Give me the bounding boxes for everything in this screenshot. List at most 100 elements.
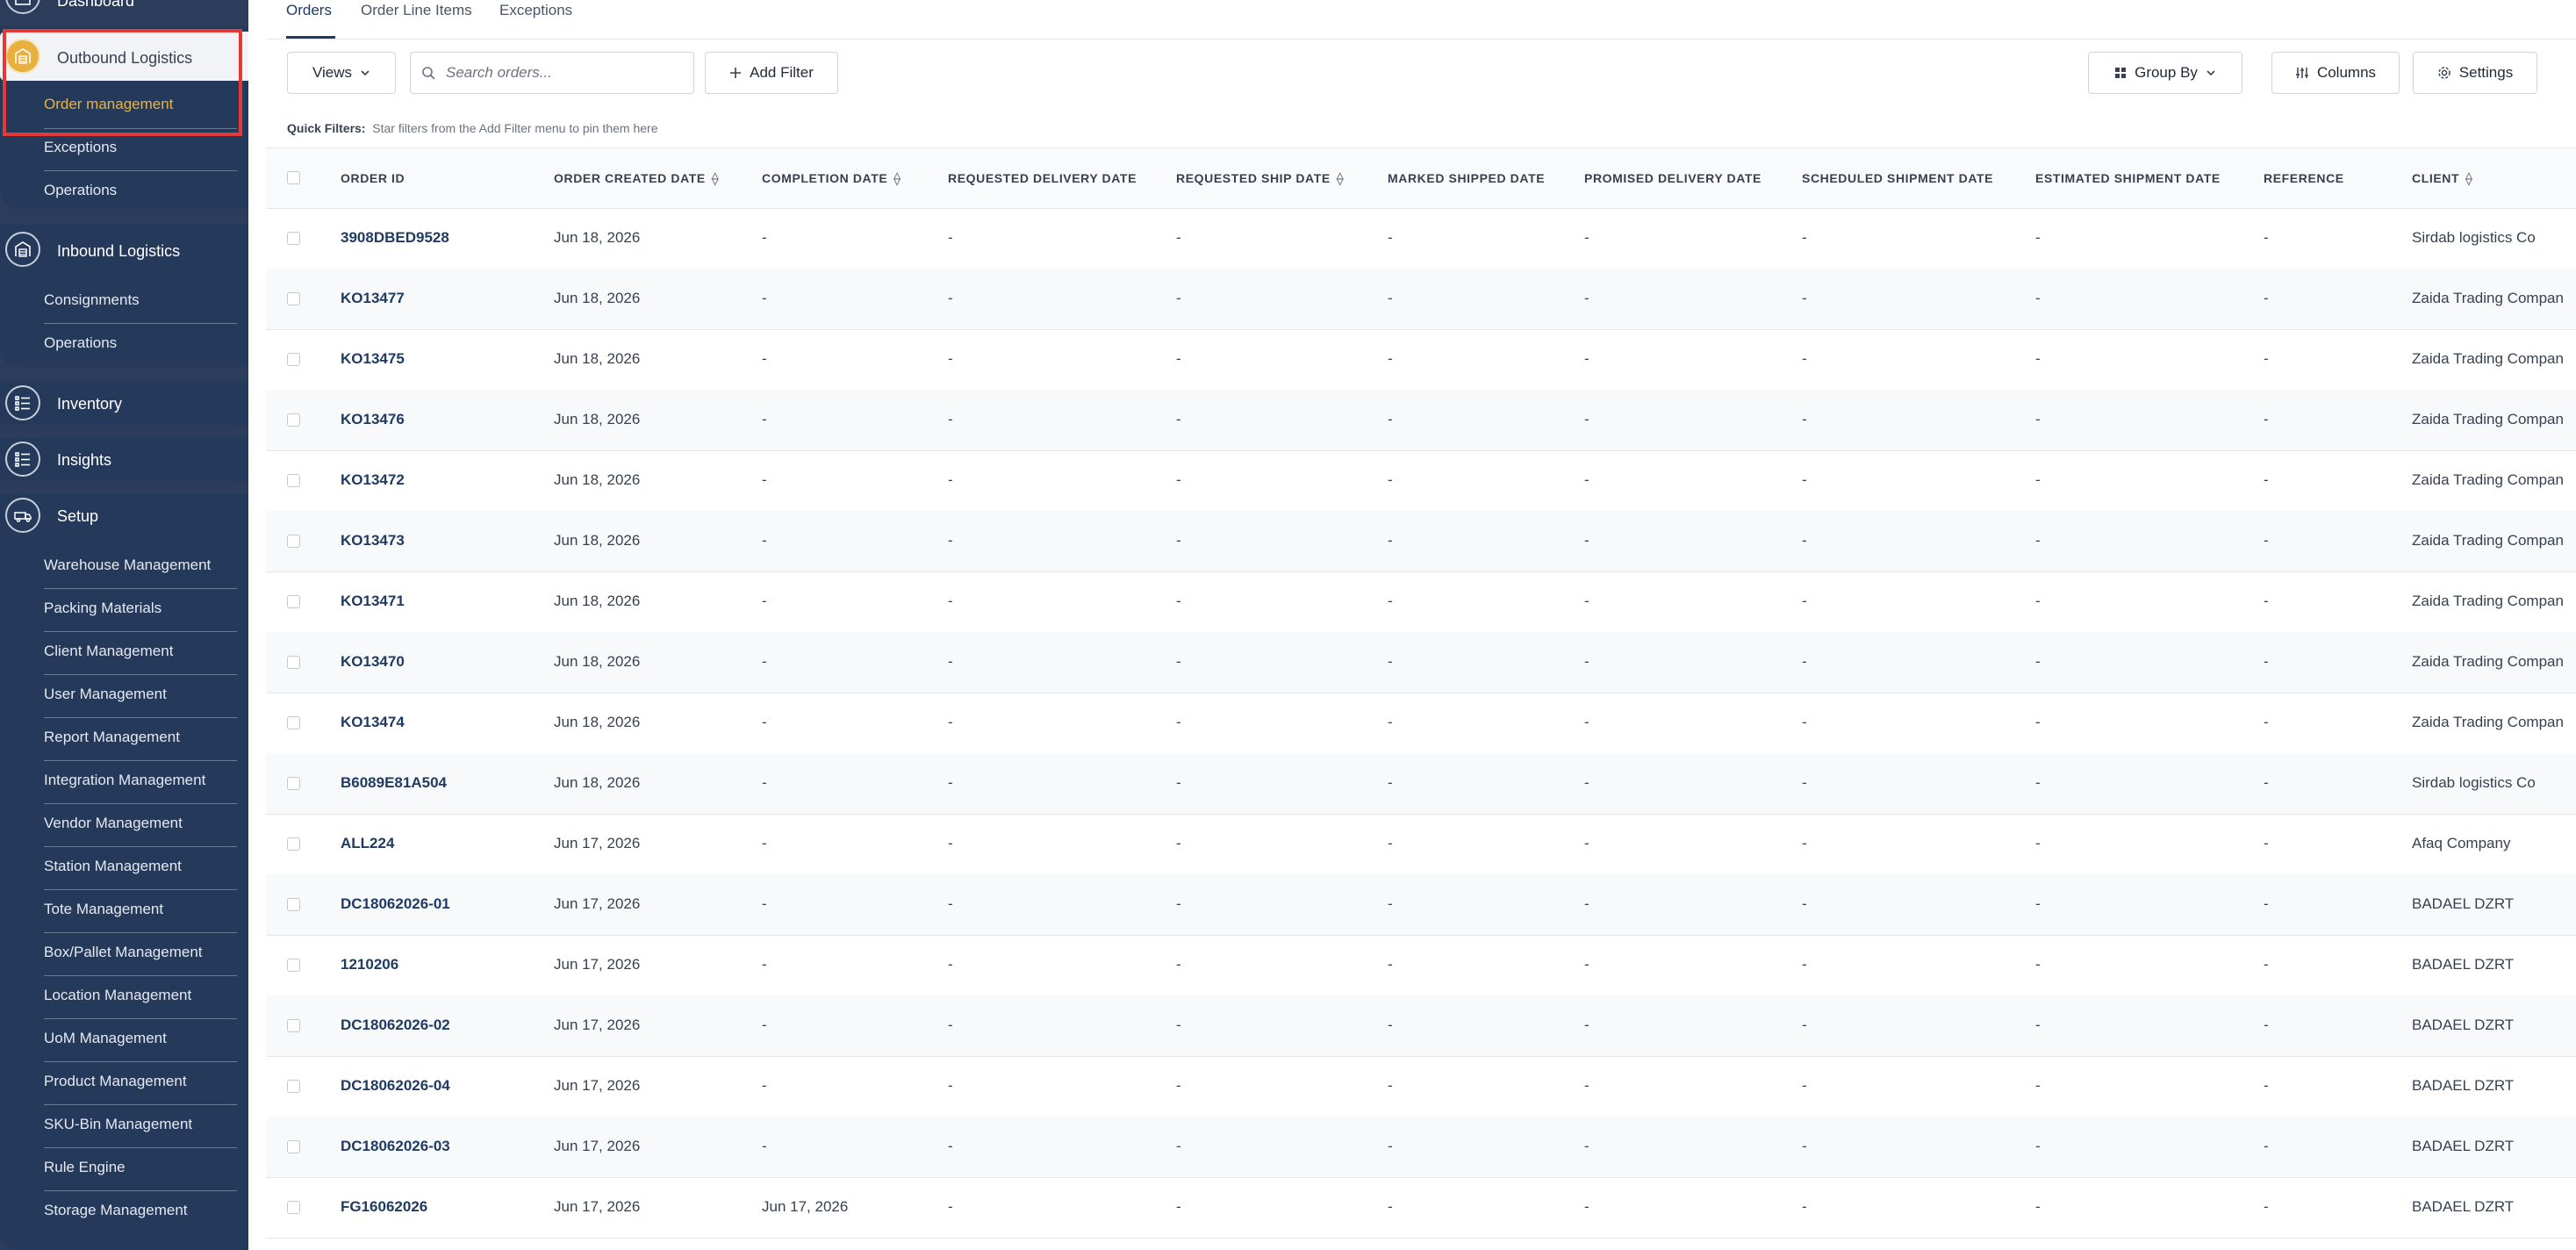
group-by-button[interactable]: Group By (2088, 52, 2242, 94)
sort-icon[interactable]: △ ▽ (2465, 172, 2472, 187)
sidebar-item-client-management[interactable]: Client Management (44, 643, 237, 660)
sort-icon[interactable]: △ ▽ (893, 172, 901, 187)
sidebar-item-setup[interactable]: Setup (0, 493, 248, 537)
search-input[interactable] (444, 63, 676, 83)
column-header[interactable]: CLIENT △ ▽ (2412, 171, 2472, 187)
sidebar-item-vendor-management[interactable]: Vendor Management (44, 815, 237, 832)
row-checkbox[interactable] (287, 353, 300, 366)
order-id-link[interactable]: DC18062026-01 (341, 895, 450, 913)
table-row[interactable]: ALL224 Jun 17, 2026 - - - - - - - - Afaq Company (266, 814, 2576, 875)
sidebar-item-operations[interactable]: Operations (44, 182, 237, 199)
row-checkbox[interactable] (287, 837, 300, 851)
order-id-link[interactable]: KO13475 (341, 350, 405, 368)
sidebar-item-inbound-operations[interactable]: Operations (44, 334, 237, 352)
order-id-link[interactable]: FG16062026 (341, 1198, 427, 1216)
sidebar-item-exceptions[interactable]: Exceptions (44, 139, 237, 156)
table-row[interactable]: 1210206 Jun 17, 2026 - - - - - - - - BADAEL DZRT (266, 935, 2576, 996)
row-checkbox[interactable] (287, 777, 300, 790)
add-filter-button[interactable]: Add Filter (705, 52, 838, 94)
table-row[interactable]: KO13476 Jun 18, 2026 - - - - - - - - Zaida Trading… (266, 390, 2576, 451)
table-row[interactable]: DC18062026-01 Jun 17, 2026 - - - - - - - - BADAEL … (266, 874, 2576, 936)
tab-order-line-items[interactable]: Order Line Items (361, 2, 472, 19)
row-checkbox[interactable] (287, 1019, 300, 1032)
sidebar-item-storage-management[interactable]: Storage Management (44, 1202, 237, 1219)
sidebar-item-user-management[interactable]: User Management (44, 686, 237, 703)
row-checkbox[interactable] (287, 716, 300, 729)
sidebar-item-dashboard[interactable]: Dashboard (0, 0, 248, 14)
table-row[interactable]: DC18062026-02 Jun 17, 2026 - - - - - - - - BADAEL … (266, 995, 2576, 1057)
column-header[interactable]: REQUESTED SHIP DATE △ ▽ (1176, 171, 1344, 187)
order-id-link[interactable]: 3908DBED9528 (341, 229, 449, 247)
column-header[interactable]: COMPLETION DATE △ ▽ (762, 171, 901, 187)
order-id-link[interactable]: KO13471 (341, 593, 405, 610)
column-header[interactable]: ORDER CREATED DATE △ ▽ (554, 171, 719, 187)
row-checkbox[interactable] (287, 535, 300, 548)
table-row[interactable]: DC18062026-03 Jun 17, 2026 - - - - - - - - BADAEL … (266, 1117, 2576, 1178)
table-row[interactable]: DC18062026-04 Jun 17, 2026 - - - - - - - - BADAEL … (266, 1056, 2576, 1117)
order-id-link[interactable]: KO13470 (341, 653, 405, 671)
search-box[interactable] (410, 52, 694, 94)
sidebar-item-insights[interactable]: Insights (0, 437, 248, 481)
order-id-link[interactable]: DC18062026-04 (341, 1077, 450, 1095)
sidebar-item-rule-engine[interactable]: Rule Engine (44, 1159, 237, 1176)
order-id-link[interactable]: DC18062026-03 (341, 1138, 450, 1155)
table-row[interactable]: KO13471 Jun 18, 2026 - - - - - - - - Zaida Trading… (266, 571, 2576, 633)
row-checkbox[interactable] (287, 413, 300, 427)
table-row[interactable]: 3908DBED9528 Jun 18, 2026 - - - - - - - - Sirdab l… (266, 208, 2576, 269)
table-row[interactable]: FG16062026 Jun 17, 2026 Jun 17, 2026 - - - - - -… (266, 1177, 2576, 1239)
divider (44, 323, 237, 324)
sort-icon[interactable]: △ ▽ (712, 172, 719, 187)
sidebar-item-sku-bin-management[interactable]: SKU-Bin Management (44, 1116, 237, 1133)
row-checkbox[interactable] (287, 595, 300, 608)
table-row[interactable]: KO13475 Jun 18, 2026 - - - - - - - - Zaida Trading… (266, 329, 2576, 391)
sidebar-item-inbound-logistics[interactable]: Inbound Logistics (0, 225, 248, 274)
columns-button[interactable]: Columns (2271, 52, 2400, 94)
table-cell: - (1176, 229, 1181, 246)
row-checkbox[interactable] (287, 656, 300, 669)
table-cell: - (1584, 532, 1589, 549)
order-id-link[interactable]: KO13477 (341, 290, 405, 307)
row-checkbox[interactable] (287, 898, 300, 911)
divider (44, 760, 237, 761)
order-id-link[interactable]: DC18062026-02 (341, 1017, 450, 1034)
order-id-link[interactable]: KO13474 (341, 714, 405, 731)
select-all-checkbox[interactable] (287, 171, 300, 184)
sidebar-item-uom-management[interactable]: UoM Management (44, 1030, 237, 1047)
table-row[interactable]: B6089E81A504 Jun 18, 2026 - - - - - - - - Sirdab l… (266, 753, 2576, 815)
row-checkbox[interactable] (287, 232, 300, 245)
order-id-link[interactable]: KO13476 (341, 411, 405, 428)
sort-icon[interactable]: △ ▽ (1337, 172, 1344, 187)
sidebar-item-inventory[interactable]: Inventory (0, 381, 248, 425)
order-id-link[interactable]: 1210206 (341, 956, 398, 973)
sidebar-item-integration-management[interactable]: Integration Management (44, 772, 237, 789)
sidebar-item-consignments[interactable]: Consignments (44, 291, 237, 309)
sidebar-item-packing-materials[interactable]: Packing Materials (44, 600, 237, 617)
sidebar-item-warehouse-management[interactable]: Warehouse Management (44, 557, 237, 574)
sidebar-item-location-management[interactable]: Location Management (44, 987, 237, 1004)
table-row[interactable]: KO13477 Jun 18, 2026 - - - - - - - - Zaida Trading… (266, 269, 2576, 330)
settings-button[interactable]: Settings (2413, 52, 2537, 94)
row-checkbox[interactable] (287, 959, 300, 972)
row-checkbox[interactable] (287, 1080, 300, 1093)
table-row[interactable]: KO13474 Jun 18, 2026 - - - - - - - - Zaida Trading… (266, 693, 2576, 754)
sidebar-item-station-management[interactable]: Station Management (44, 858, 237, 875)
row-checkbox[interactable] (287, 1201, 300, 1214)
table-cell: - (762, 229, 767, 246)
sidebar-item-report-management[interactable]: Report Management (44, 729, 237, 746)
sidebar-item-product-management[interactable]: Product Management (44, 1073, 237, 1090)
table-row[interactable]: KO13473 Jun 18, 2026 - - - - - - - - Zaida Trading… (266, 511, 2576, 572)
table-row[interactable]: KO13472 Jun 18, 2026 - - - - - - - - Zaida Trading… (266, 450, 2576, 512)
sidebar-item-tote-management[interactable]: Tote Management (44, 901, 237, 918)
row-checkbox[interactable] (287, 1140, 300, 1153)
tab-exceptions[interactable]: Exceptions (499, 2, 572, 19)
order-id-link[interactable]: B6089E81A504 (341, 774, 447, 792)
row-checkbox[interactable] (287, 292, 300, 305)
row-checkbox[interactable] (287, 474, 300, 487)
tab-orders[interactable]: Orders (286, 2, 332, 19)
views-button[interactable]: Views (287, 52, 396, 94)
order-id-link[interactable]: ALL224 (341, 835, 394, 852)
sidebar-item-box-pallet-management[interactable]: Box/Pallet Management (44, 944, 237, 961)
order-id-link[interactable]: KO13472 (341, 471, 405, 489)
table-row[interactable]: KO13470 Jun 18, 2026 - - - - - - - - Zaida Trading… (266, 632, 2576, 693)
order-id-link[interactable]: KO13473 (341, 532, 405, 550)
